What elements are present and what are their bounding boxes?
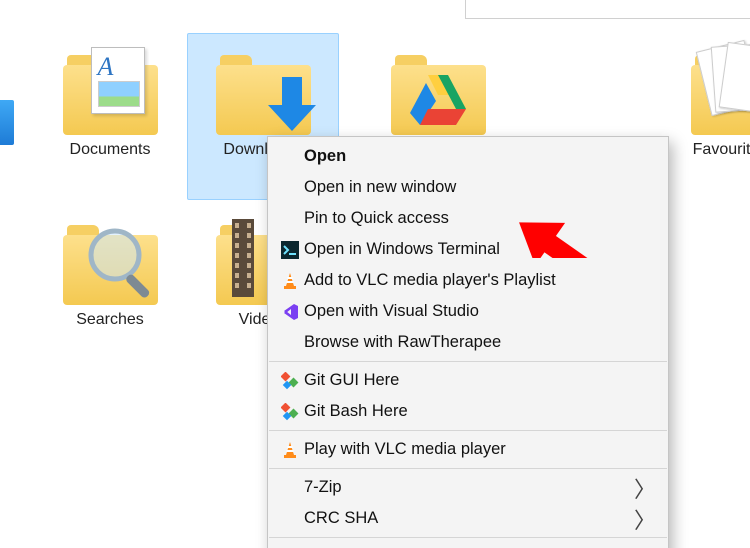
menu-open-windows-terminal[interactable]: Open in Windows Terminal bbox=[268, 234, 668, 265]
magnifier-icon bbox=[81, 221, 163, 306]
menu-separator bbox=[269, 468, 667, 469]
google-drive-icon bbox=[408, 73, 468, 128]
menu-git-gui-here[interactable]: Git GUI Here bbox=[268, 365, 668, 396]
git-icon bbox=[276, 403, 304, 421]
menu-browse-rawtherapee[interactable]: Browse with RawTherapee bbox=[268, 327, 668, 358]
vlc-icon bbox=[276, 272, 304, 290]
menu-scan-defender[interactable]: Scan with Microsoft Defender... bbox=[268, 541, 668, 548]
folder-searches[interactable]: Searches bbox=[35, 225, 185, 329]
submenu-arrow-icon: 〉 bbox=[628, 472, 656, 504]
menu-crc-sha[interactable]: CRC SHA 〉 bbox=[268, 503, 668, 534]
toolbar-divider bbox=[465, 0, 750, 19]
menu-vlc-play[interactable]: Play with VLC media player bbox=[268, 434, 668, 465]
menu-separator bbox=[269, 361, 667, 362]
blue-strip bbox=[0, 100, 14, 145]
visual-studio-icon bbox=[276, 303, 304, 321]
download-arrow-icon bbox=[266, 77, 318, 137]
menu-open-new-window[interactable]: Open in new window bbox=[268, 172, 668, 203]
menu-7zip[interactable]: 7-Zip 〉 bbox=[268, 472, 668, 503]
menu-open-visual-studio[interactable]: Open with Visual Studio bbox=[268, 296, 668, 327]
folder-documents[interactable]: A Documents bbox=[35, 55, 185, 159]
menu-vlc-add-playlist[interactable]: Add to VLC media player's Playlist bbox=[268, 265, 668, 296]
menu-git-bash-here[interactable]: Git Bash Here bbox=[268, 396, 668, 427]
menu-pin-quick-access[interactable]: Pin to Quick access bbox=[268, 203, 668, 234]
context-menu: Open Open in new window Pin to Quick acc… bbox=[267, 136, 669, 548]
document-icon: A bbox=[91, 47, 145, 114]
submenu-arrow-icon: 〉 bbox=[628, 503, 656, 535]
folder-label: Documents bbox=[35, 141, 185, 159]
film-strip-icon bbox=[232, 219, 254, 297]
vlc-icon bbox=[276, 441, 304, 459]
folder-label: Searches bbox=[35, 311, 185, 329]
folder-favourites[interactable]: Favourites bbox=[655, 55, 750, 159]
folder-label: Favourites bbox=[655, 141, 750, 159]
menu-separator bbox=[269, 537, 667, 538]
git-icon bbox=[276, 372, 304, 390]
menu-separator bbox=[269, 430, 667, 431]
menu-open[interactable]: Open bbox=[268, 141, 668, 172]
windows-terminal-icon bbox=[276, 241, 304, 259]
